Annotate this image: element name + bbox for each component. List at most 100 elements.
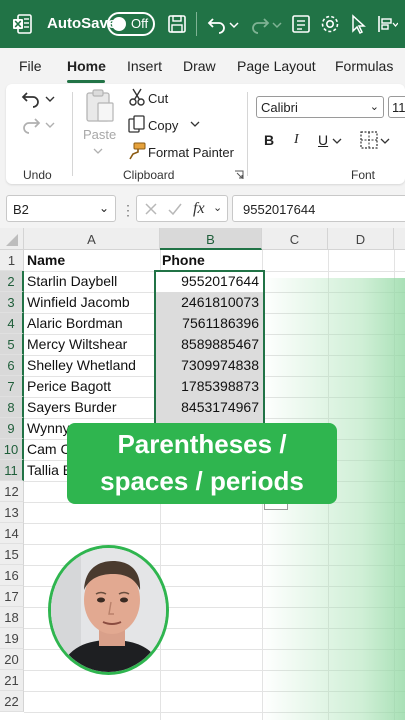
paste-dropdown-icon[interactable] (93, 146, 103, 156)
autosave-toggle[interactable]: Off (107, 12, 155, 36)
column-header-b[interactable]: B (160, 228, 262, 250)
name-cell[interactable]: Alaric Bordman (27, 313, 157, 334)
column-header-d[interactable]: D (328, 228, 394, 250)
row-header[interactable]: 10 (0, 439, 24, 460)
tab-draw[interactable]: Draw (183, 58, 216, 74)
tab-insert[interactable]: Insert (127, 58, 162, 74)
row-header[interactable]: 7 (0, 376, 24, 397)
row-header[interactable]: 21 (0, 670, 24, 691)
name-cell[interactable]: Starlin Daybell (27, 271, 157, 292)
toggle-knob (112, 17, 126, 31)
font-name-value: Calibri (261, 100, 298, 115)
row-header[interactable]: 13 (0, 502, 24, 523)
pointer-cursor-icon[interactable] (346, 12, 370, 36)
phone-cell[interactable]: 9552017644 (156, 271, 263, 292)
row-header[interactable]: 14 (0, 523, 24, 544)
cancel-x-icon[interactable] (143, 201, 159, 217)
row-header[interactable]: 11 (0, 460, 24, 481)
save-icon[interactable] (165, 12, 189, 36)
dialog-launcher-icon[interactable] (234, 170, 244, 180)
cell-b1[interactable]: Phone (162, 250, 260, 271)
row-header[interactable]: 3 (0, 292, 24, 313)
row-header[interactable]: 18 (0, 607, 24, 628)
align-dropdown-icon[interactable] (374, 12, 398, 36)
name-cell[interactable]: Winfield Jacomb (27, 292, 157, 313)
name-box[interactable]: B2 ⌄ (6, 195, 116, 222)
row-header[interactable]: 6 (0, 355, 24, 376)
row-header[interactable]: 19 (0, 628, 24, 649)
row-header[interactable]: 15 (0, 544, 24, 565)
ribbon-redo-icon[interactable] (20, 114, 42, 136)
name-cell[interactable]: Shelley Whetland (27, 355, 157, 376)
settings-gear-icon[interactable] (318, 12, 342, 36)
tab-home[interactable]: Home (67, 58, 106, 74)
phone-cell[interactable]: 1785398873 (156, 376, 263, 397)
phone-cell[interactable]: 8589885467 (156, 334, 263, 355)
borders-dropdown-icon[interactable] (380, 136, 390, 146)
row-header[interactable]: 20 (0, 649, 24, 670)
redo-icon[interactable] (248, 12, 272, 36)
row-header[interactable]: 16 (0, 565, 24, 586)
italic-button[interactable]: I (294, 132, 299, 148)
cut-label[interactable]: Cut (148, 91, 168, 106)
undo-dropdown-icon[interactable] (228, 12, 240, 36)
more-options-icon[interactable]: ⋮ (121, 202, 135, 219)
bold-button[interactable]: B (264, 132, 274, 148)
column-header-e[interactable] (394, 228, 405, 250)
underline-dropdown-icon[interactable] (332, 136, 342, 146)
ribbon-undo-icon[interactable] (20, 88, 42, 110)
phone-cell[interactable]: 7561186396 (156, 313, 263, 334)
font-group-label: Font (351, 168, 376, 182)
chevron-down-icon: ⌄ (98, 201, 109, 215)
select-all-corner[interactable] (0, 228, 24, 250)
row-header[interactable]: 17 (0, 586, 24, 607)
tab-formulas[interactable]: Formulas (335, 58, 393, 74)
row-header[interactable]: 8 (0, 397, 24, 418)
paste-icon[interactable] (83, 88, 117, 124)
ribbon-undo-dropdown-icon[interactable] (45, 92, 55, 106)
row-header[interactable]: 22 (0, 691, 24, 712)
font-size-select[interactable]: 11 (388, 96, 405, 118)
copy-icon[interactable] (128, 115, 146, 133)
undo-icon[interactable] (205, 12, 229, 36)
formula-input[interactable]: 9552017644 (232, 195, 405, 222)
row-header[interactable]: 12 (0, 481, 24, 502)
name-cell[interactable]: Sayers Burder (27, 397, 157, 418)
name-cell[interactable]: Mercy Wiltshear (27, 334, 157, 355)
row-header[interactable]: 9 (0, 418, 24, 439)
formula-value: 9552017644 (243, 202, 316, 217)
font-name-select[interactable]: Calibri ⌄ (256, 96, 384, 118)
undo-group-label: Undo (23, 168, 52, 182)
ribbon-redo-dropdown-icon[interactable] (45, 118, 55, 132)
paste-label[interactable]: Paste (83, 127, 116, 142)
name-cell[interactable]: Perice Bagott (27, 376, 157, 397)
insert-function-button[interactable]: fx (193, 200, 205, 218)
borders-icon[interactable] (360, 131, 378, 149)
row-header[interactable]: 4 (0, 313, 24, 334)
column-header-c[interactable]: C (262, 228, 328, 250)
redo-dropdown-icon[interactable] (271, 12, 283, 36)
copy-dropdown-icon[interactable] (190, 119, 200, 129)
phone-cell[interactable]: 2461810073 (156, 292, 263, 313)
row-header[interactable]: 5 (0, 334, 24, 355)
format-painter-brush-icon[interactable] (128, 142, 146, 160)
form-icon[interactable] (289, 12, 313, 36)
underline-button[interactable]: U (318, 132, 328, 148)
row-header[interactable]: 2 (0, 271, 24, 292)
format-painter-label[interactable]: Format Painter (148, 145, 234, 160)
phone-cell[interactable]: 7309974838 (156, 355, 263, 376)
column-header-a[interactable]: A (24, 228, 160, 250)
name-box-value: B2 (13, 202, 29, 217)
cell-a1[interactable]: Name (27, 250, 157, 271)
row-header[interactable]: 1 (0, 250, 24, 271)
formula-bar: B2 ⌄ ⋮ fx ⌄ 9552017644 (0, 190, 405, 228)
chevron-down-icon[interactable]: ⌄ (213, 201, 222, 214)
phone-cell[interactable]: 8453174967 (156, 397, 263, 418)
tab-file[interactable]: File (19, 58, 42, 74)
copy-label[interactable]: Copy (148, 118, 178, 133)
enter-check-icon[interactable] (167, 201, 183, 217)
formula-actions: fx ⌄ (136, 195, 228, 222)
cut-scissors-icon[interactable] (128, 88, 146, 106)
tab-page-layout[interactable]: Page Layout (237, 58, 316, 74)
select-all-triangle-icon (6, 234, 18, 246)
